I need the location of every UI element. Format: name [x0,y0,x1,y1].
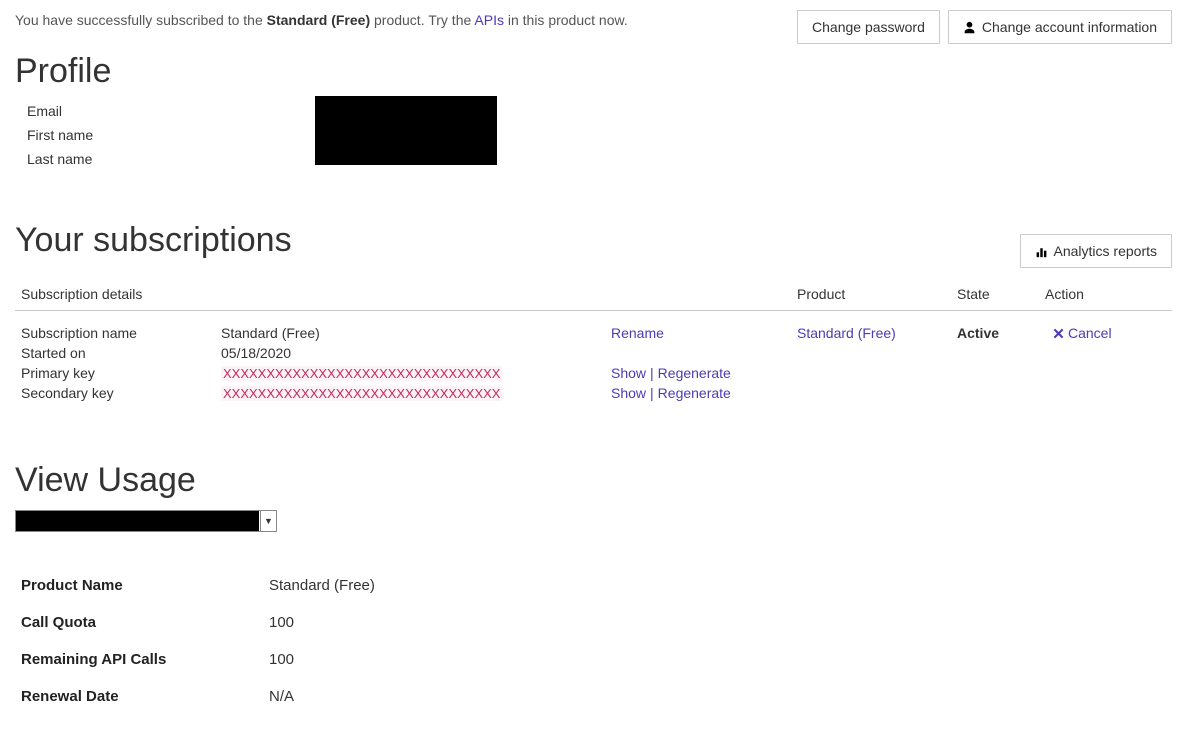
close-icon [1053,328,1064,339]
usage-product-name-value: Standard (Free) [269,577,375,594]
secondary-regenerate-link[interactable]: Regenerate [658,385,731,401]
col-header-action: Action [1045,286,1172,302]
usage-renewal-label: Renewal Date [21,688,269,705]
primary-show-link[interactable]: Show [611,365,646,381]
change-account-label: Change account information [982,19,1157,35]
bar-chart-icon [1035,245,1048,258]
usage-subscription-select[interactable] [15,510,277,532]
notice-text-middle: product. Try the [370,12,474,28]
change-password-label: Change password [812,19,925,35]
redacted-profile-values [315,96,497,165]
usage-renewal-value: N/A [269,688,294,705]
started-on-label: Started on [21,345,221,361]
change-account-button[interactable]: Change account information [948,10,1172,44]
subscriptions-heading: Your subscriptions [15,221,292,260]
primary-key-label: Primary key [21,365,221,381]
usage-product-name-label: Product Name [21,577,269,594]
profile-heading: Profile [15,52,1172,91]
notice-text-prefix: You have successfully subscribed to the [15,12,267,28]
secondary-show-link[interactable]: Show [611,385,646,401]
usage-remaining-value: 100 [269,651,294,668]
subscription-row: Subscription name Standard (Free) Rename… [15,311,1172,401]
separator: | [650,385,654,401]
primary-regenerate-link[interactable]: Regenerate [658,365,731,381]
product-link[interactable]: Standard (Free) [797,325,896,341]
analytics-reports-button[interactable]: Analytics reports [1020,234,1172,268]
subscription-notice: You have successfully subscribed to the … [15,10,628,28]
firstname-label: First name [27,127,315,143]
apis-link[interactable]: APIs [474,12,504,28]
usage-heading: View Usage [15,461,1172,500]
secondary-key-value: XXXXXXXXXXXXXXXXXXXXXXXXXXXXXXXX [221,386,502,401]
sub-name-value: Standard (Free) [221,325,611,341]
sub-name-label: Subscription name [21,325,221,341]
change-password-button[interactable]: Change password [797,10,940,44]
secondary-key-label: Secondary key [21,385,221,401]
lastname-label: Last name [27,151,315,167]
started-on-value: 05/18/2020 [221,345,611,361]
notice-text-suffix: in this product now. [504,12,628,28]
state-value: Active [957,325,1045,401]
usage-call-quota-label: Call Quota [21,614,269,631]
separator: | [650,365,654,381]
col-header-state: State [957,286,1045,302]
cancel-link[interactable]: Cancel [1068,325,1112,341]
col-header-product: Product [797,286,957,302]
notice-product: Standard (Free) [267,12,370,28]
user-icon [963,21,976,34]
usage-remaining-label: Remaining API Calls [21,651,269,668]
analytics-reports-label: Analytics reports [1054,243,1157,259]
usage-call-quota-value: 100 [269,614,294,631]
email-label: Email [27,103,315,119]
rename-link[interactable]: Rename [611,325,664,341]
primary-key-value: XXXXXXXXXXXXXXXXXXXXXXXXXXXXXXXX [221,366,502,381]
col-header-details: Subscription details [21,286,797,302]
